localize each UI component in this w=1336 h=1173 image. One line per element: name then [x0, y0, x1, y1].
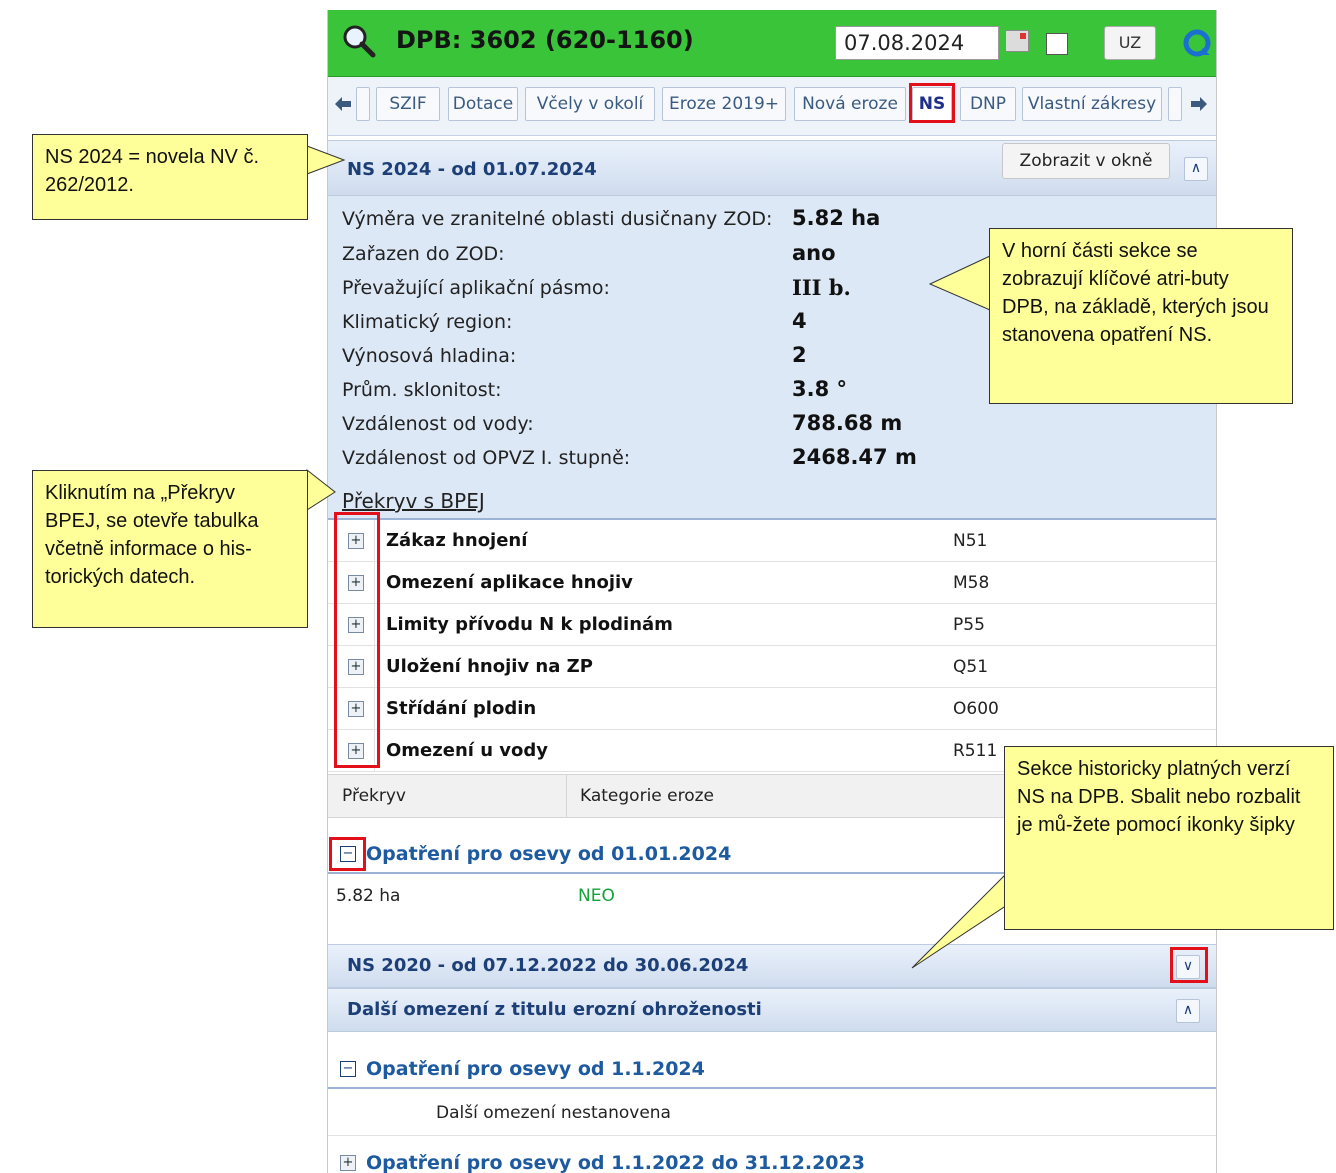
pointer-ns2024 [306, 145, 346, 175]
pointer-attrs [928, 255, 991, 311]
callout-attrs: V horní části sekce se zobrazují klíčové… [989, 228, 1293, 404]
callout-history: Sekce historicky platných verzí NS na DP… [1004, 746, 1334, 930]
callout-bpej: Kliknutím na „Překryv BPEJ, se otevře ta… [32, 470, 308, 628]
callout-ns2024: NS 2024 = novela NV č. 262/2012. [32, 134, 308, 220]
pointer-bpej [306, 468, 336, 511]
